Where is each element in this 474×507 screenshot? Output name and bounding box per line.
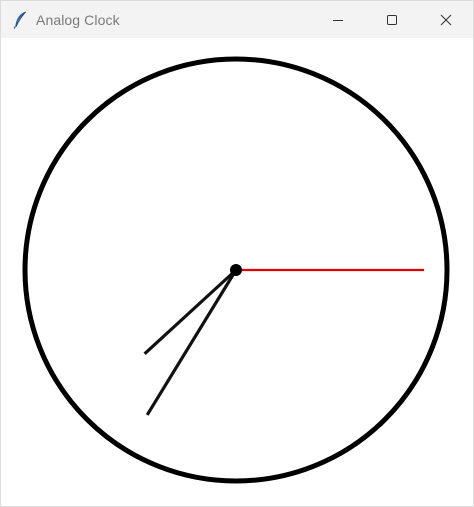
analog-clock xyxy=(22,56,450,484)
minute-hand xyxy=(145,269,238,416)
center-pin xyxy=(230,264,242,276)
app-window: Analog Clock xyxy=(0,0,474,507)
clock-canvas xyxy=(1,38,473,506)
hour-hand xyxy=(143,268,238,355)
